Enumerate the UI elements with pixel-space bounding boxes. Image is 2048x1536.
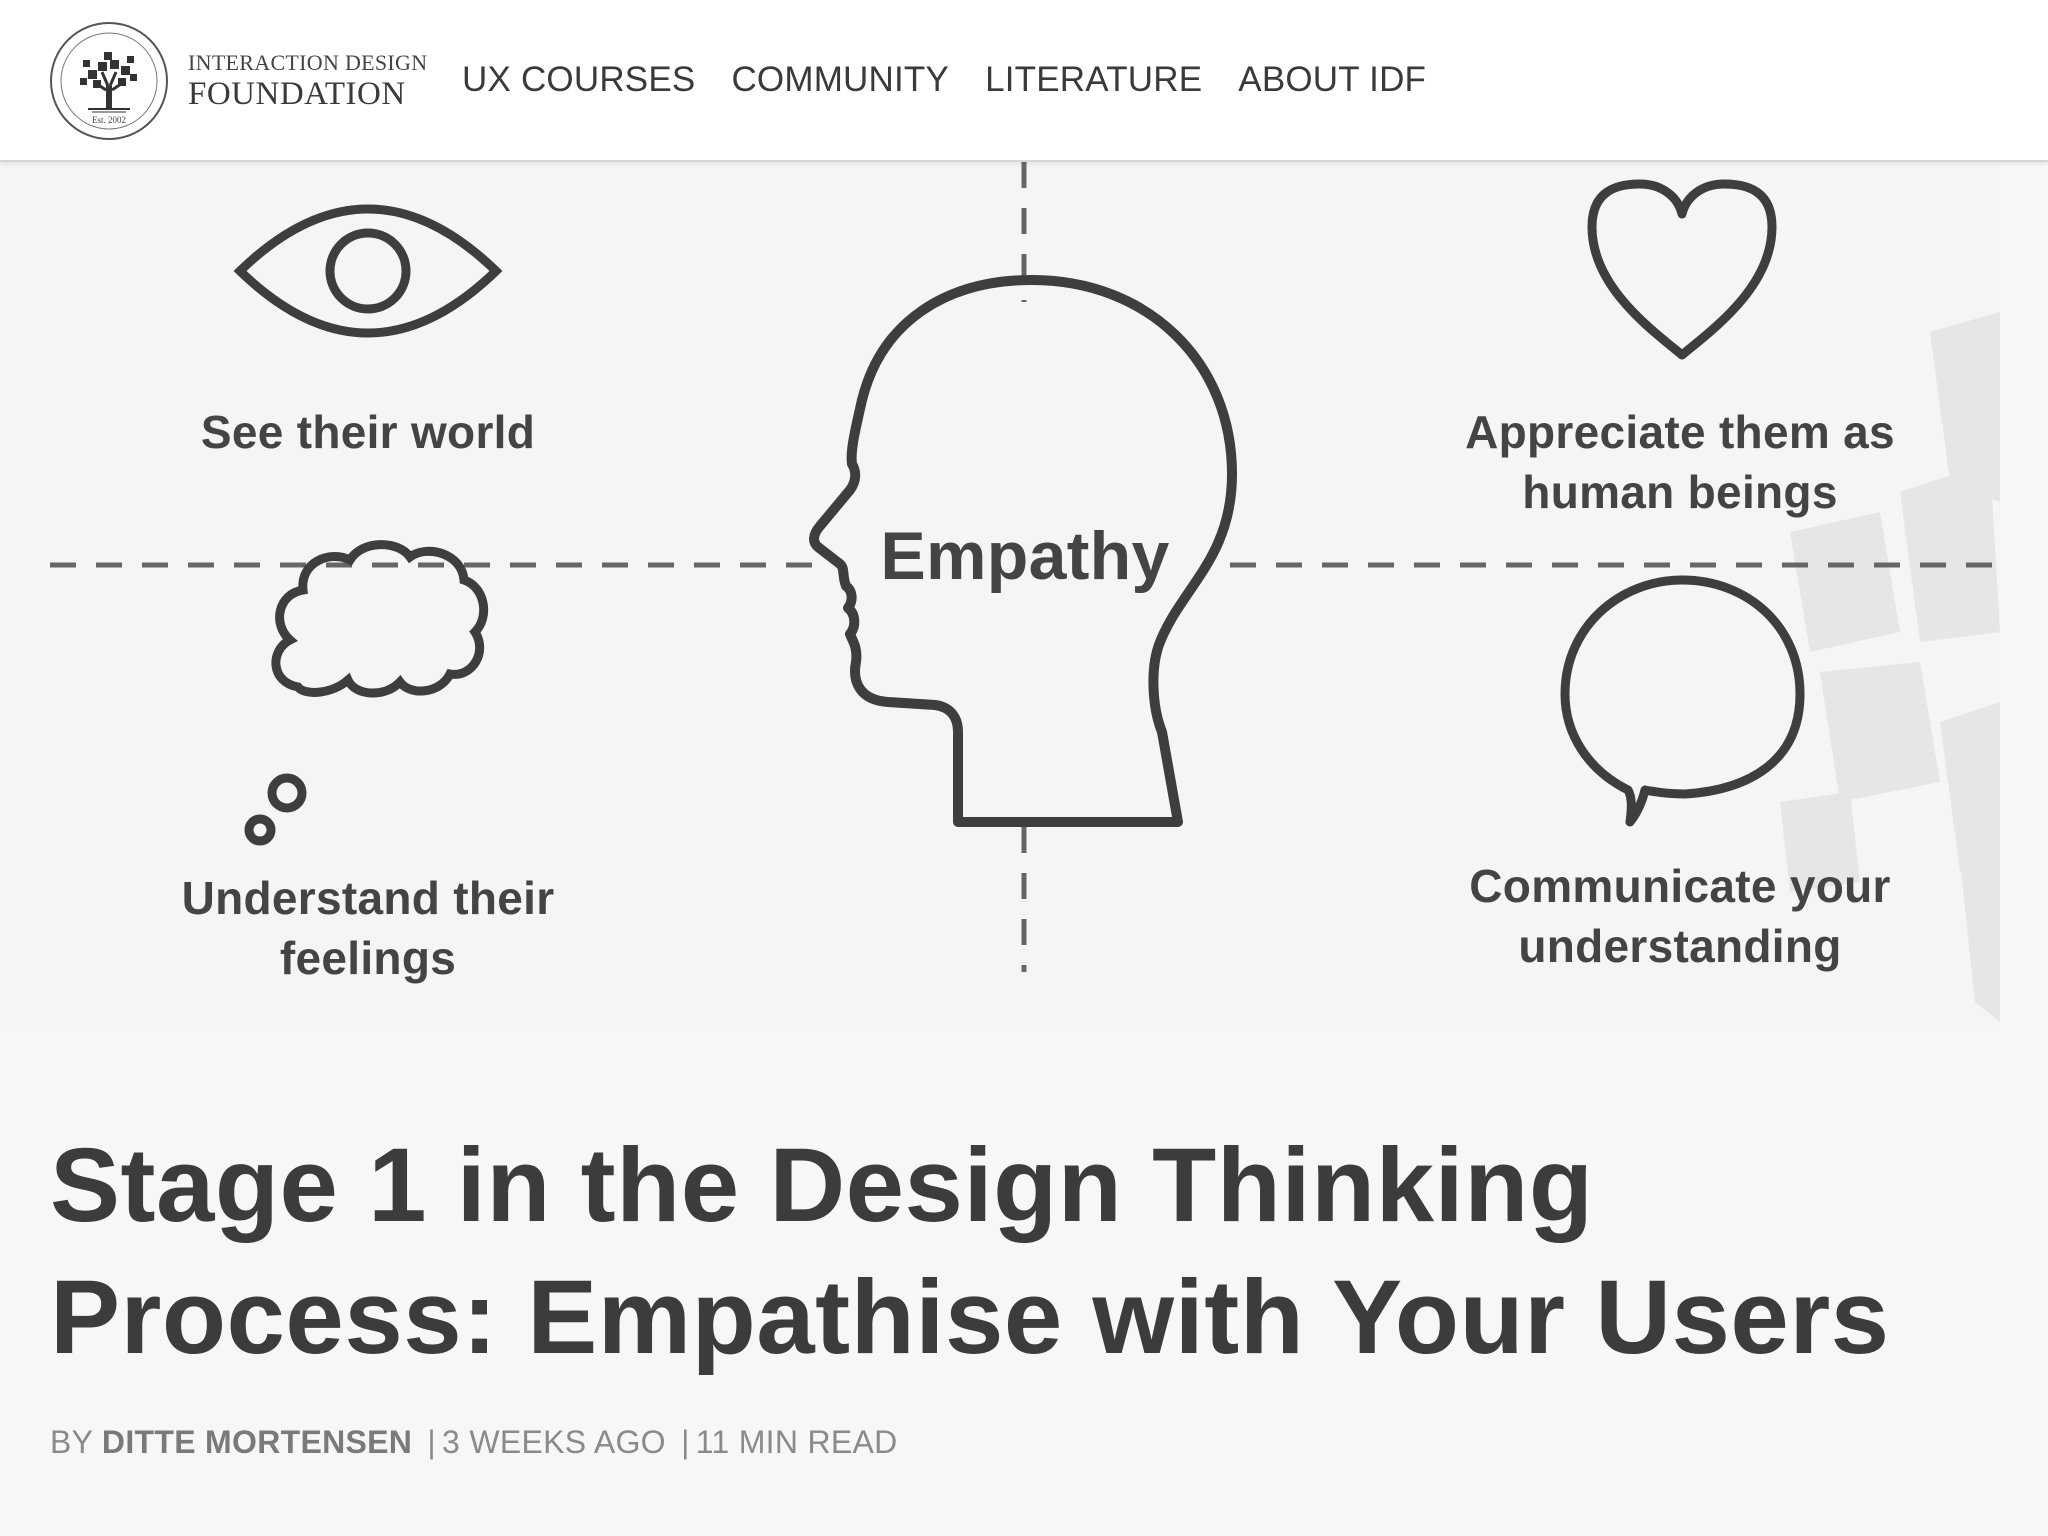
tree-seal-icon: Est. 2002 — [50, 22, 168, 140]
quadrant-bottom-right-label: Communicate your understanding — [1440, 856, 1920, 976]
nav-literature[interactable]: LITERATURE — [985, 60, 1202, 100]
byline-author-link[interactable]: DITTE MORTENSEN — [102, 1424, 412, 1460]
quadrant-top-right-line1: Appreciate them as — [1465, 406, 1895, 458]
byline-separator-1: | — [427, 1424, 437, 1460]
logo-line2: FOUNDATION — [188, 75, 406, 112]
quadrant-bottom-right-line2: understanding — [1518, 920, 1842, 972]
byline-separator-2: | — [681, 1424, 690, 1460]
logo-seal-text: Est. 2002 — [92, 115, 126, 125]
thought-bubble-icon — [244, 540, 488, 846]
quadrant-top-left-label: See their world — [168, 402, 568, 462]
site-logo[interactable]: Est. 2002 INTERACTION DESIGN FOUNDATION — [48, 20, 427, 142]
article-title-line1: Stage 1 in the Design Thinking — [50, 1127, 1594, 1244]
article-title: Stage 1 in the Design Thinking Process: … — [50, 1120, 1990, 1384]
logo-line1: INTERACTION DESIGN — [188, 49, 428, 75]
quadrant-bottom-right-line1: Communicate your — [1469, 860, 1891, 912]
nav-about-idf[interactable]: ABOUT IDF — [1238, 60, 1426, 100]
byline-prefix: BY — [50, 1424, 93, 1460]
quadrant-top-left-line1: See their world — [200, 406, 536, 458]
logo-wordmark: INTERACTION DESIGN FOUNDATION — [188, 49, 428, 112]
eye-icon — [233, 204, 503, 338]
hero-center-label: Empathy — [880, 518, 1170, 594]
quadrant-bottom-left-line1: Understand their — [181, 872, 555, 924]
nav-ux-courses[interactable]: UX COURSES — [462, 60, 695, 100]
article-title-line2: Process: Empathise with Your Users — [50, 1259, 1890, 1376]
nav-community[interactable]: COMMUNITY — [731, 60, 949, 100]
site-header: Est. 2002 INTERACTION DESIGN FOUNDATION … — [0, 0, 2048, 162]
article-byline: BY DITTE MORTENSEN | 3 WEEKS AGO | 11 MIN … — [50, 1424, 898, 1461]
heart-icon — [1587, 179, 1777, 360]
quadrant-top-right-line2: human beings — [1522, 466, 1838, 518]
byline-read-time: 11 MIN READ — [695, 1424, 898, 1460]
hero-illustration: Empathy See their world Appreciate them … — [0, 162, 2000, 1032]
speech-bubble-icon — [1560, 575, 1805, 827]
quadrant-bottom-left-line2: feelings — [279, 932, 457, 984]
quadrant-top-right-label: Appreciate them as human beings — [1440, 402, 1920, 522]
quadrant-bottom-left-label: Understand their feelings — [168, 868, 568, 988]
main-nav: UX COURSES COMMUNITY LITERATURE ABOUT ID… — [462, 52, 1462, 108]
byline-age: 3 WEEKS AGO — [442, 1424, 666, 1460]
